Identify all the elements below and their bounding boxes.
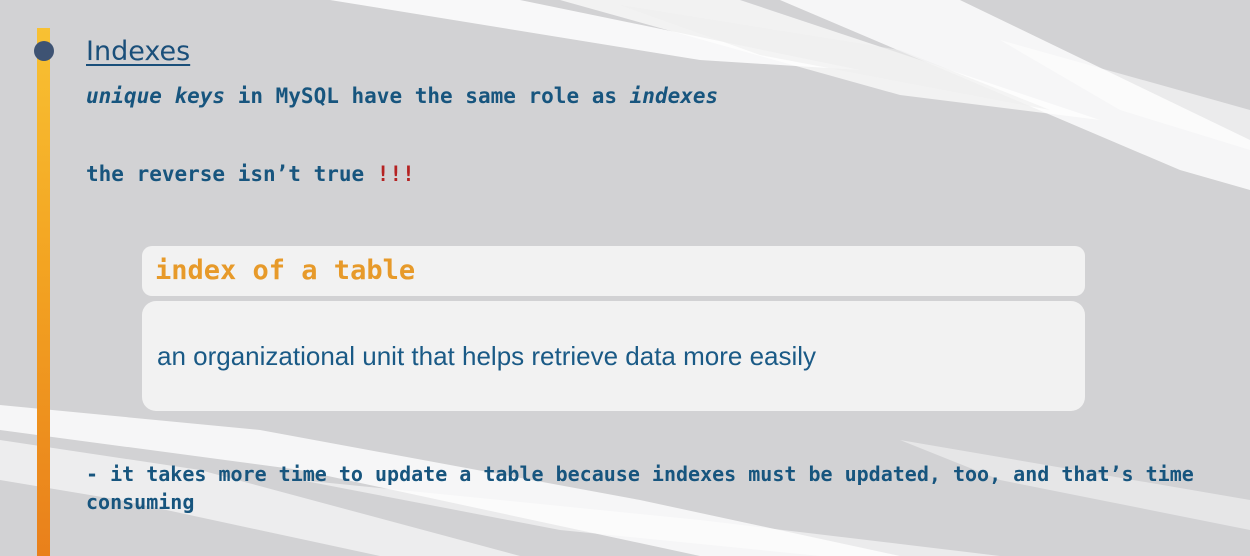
statement-middle: in MySQL have the same role as [225, 84, 630, 108]
emphasis-marks: !!! [376, 162, 415, 186]
indexes-term: indexes [629, 84, 719, 108]
timeline-bullet-dot [34, 41, 54, 61]
definition-body-box: an organizational unit that helps retrie… [142, 301, 1085, 411]
reverse-statement: the reverse isn’t true !!! [86, 162, 415, 186]
definition-body: an organizational unit that helps retrie… [157, 341, 817, 371]
definition-title: index of a table [155, 255, 416, 286]
definition-title-box: index of a table [142, 246, 1085, 296]
slide-heading: Indexes [86, 36, 191, 67]
unique-keys-term: unique keys [86, 84, 226, 108]
update-cost-note: - it takes more time to update a table b… [86, 462, 1194, 514]
reverse-text: the reverse isn’t true [86, 162, 377, 186]
unique-keys-statement: unique keys in MySQL have the same role … [86, 84, 718, 108]
timeline-bar [37, 28, 50, 556]
